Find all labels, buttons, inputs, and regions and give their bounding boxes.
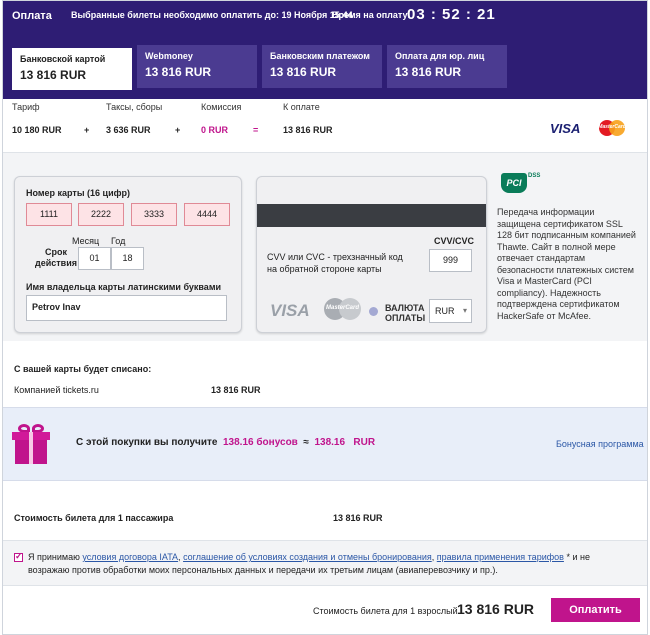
bonus-banner: С этой покупки вы получите 138.16 бонусо… [3,407,647,481]
iata-terms-link[interactable]: условия договора IATA [82,552,178,562]
currency-label-line2: ОПЛАТЫ [385,313,426,323]
gift-icon [12,424,50,464]
chevron-down-icon: ▾ [462,306,467,315]
cvv-field[interactable]: 999 [429,249,472,272]
total-value: 13 816 RUR [283,125,333,135]
pci-shield-icon: PCI [501,173,527,193]
tab-price: 13 816 RUR [145,65,212,79]
tab-bank-card[interactable]: Банковской картой 13 816 RUR [12,45,132,90]
mastercard-logo-text: MasterCard [598,124,626,130]
currency-label: ВАЛЮТА ОПЛАТЫ [385,303,425,323]
pay-button[interactable]: Оплатить [551,598,640,622]
expiry-year-field[interactable]: 18 [111,247,144,270]
year-label: Год [111,236,126,246]
card-number-field-3[interactable]: 3333 [131,203,177,226]
expiry-month-field[interactable]: 01 [78,247,111,270]
bonus-text: С этой покупки вы получите 138.16 бонусо… [76,437,375,448]
tariff-value: 10 180 RUR [12,125,62,135]
ticket-cost-label: Стоимость билета для 1 пассажира [14,513,174,523]
card-number-field-1[interactable]: 1111 [26,203,72,226]
charge-company: Компанией tickets.ru [14,385,99,395]
mastercard-logo-text: MasterCard [325,305,359,311]
cvv-hint: CVV или CVC - трехзначный код на обратно… [267,251,403,275]
currency-dot-icon [369,307,378,316]
time-left-label: Время на оплату: [332,10,411,20]
agreement-text-1: Я принимаю [28,552,80,562]
agreement-comma: , [178,552,181,562]
tab-legal-entity[interactable]: Оплата для юр. лиц 13 816 RUR [387,45,507,88]
payment-deadline-notice: Выбранные билеты необходимо оплатить до:… [71,10,353,20]
dss-label: DSS [528,173,541,179]
security-info-text: Передача информации защищена сертификато… [497,207,636,321]
bonus-approx-sign: ≈ [303,437,309,448]
ticket-cost-value: 13 816 RUR [333,513,383,523]
cvv-hint-line2: на обратной стороне карты [267,264,382,274]
charge-amount: 13 816 RUR [211,385,261,395]
taxes-label: Таксы, сборы [106,102,163,112]
cardholder-label: Имя владельца карты латинскими буквами [26,282,222,292]
agreement-section: Я принимаю условия договора IATA, соглаш… [3,540,647,586]
fee-label: Комиссия [201,102,242,112]
tab-price: 13 816 RUR [20,68,87,82]
agreement-text: Я принимаю условия договора IATA, соглаш… [28,551,628,577]
fee-value: 0 RUR [201,125,229,135]
card-front: Номер карты (16 цифр) 1111 2222 3333 444… [14,176,242,333]
card-number-label: Номер карты (16 цифр) [26,188,130,198]
card-number-field-4[interactable]: 4444 [184,203,230,226]
taxes-value: 3 636 RUR [106,125,151,135]
footer-total-price: 13 816 RUR [457,601,535,617]
bonus-text-prefix: С этой покупки вы получите [76,437,218,448]
payment-method-tabs: Банковской картой 13 816 RUR Webmoney 13… [12,45,512,99]
tab-label: Webmoney [145,51,193,61]
expiry-label: Срок действия [35,247,77,269]
plus-sign: + [175,125,181,135]
price-breakdown: Тариф 10 180 RUR + Таксы, сборы 3 636 RU… [3,99,647,153]
currency-label-line1: ВАЛЮТА [385,303,425,313]
bonus-program-link[interactable]: Бонусная программа [556,439,644,449]
equals-sign: = [253,125,259,135]
page-title: Оплата [12,10,52,22]
footer-cost-label: Стоимость билета для 1 взрослый [313,606,458,616]
currency-select-value: RUR [435,306,455,316]
agreement-comma: , [431,552,435,562]
tariff-label: Тариф [12,102,40,112]
bonus-rub-value: 138.16 RUR [314,437,376,448]
cvv-title: CVV/CVC [434,236,475,246]
month-label: Месяц [72,236,100,246]
tab-label: Оплата для юр. лиц [395,51,485,61]
tab-label: Банковским платежом [270,51,370,61]
charge-title: С вашей карты будет списано: [14,364,152,374]
countdown-timer: 03 : 52 : 21 [407,6,496,23]
tab-price: 13 816 RUR [270,65,337,79]
card-back: CVV/CVC CVV или CVC - трехзначный код на… [256,176,487,333]
plus-sign: + [84,125,90,135]
tab-price: 13 816 RUR [395,65,462,79]
mastercard-logo: MasterCard [324,298,361,320]
total-label: К оплате [283,102,320,112]
cvv-hint-line1: CVV или CVC - трехзначный код [267,252,403,262]
bonus-points: 138.16 бонусов [223,437,298,448]
fare-rules-link[interactable]: правила применения тарифов [437,552,564,562]
tab-webmoney[interactable]: Webmoney 13 816 RUR [137,45,257,88]
payment-header: Оплата Выбранные билеты необходимо оплат… [3,1,647,99]
expiry-label-line1: Срок [44,247,67,257]
currency-select[interactable]: RUR ▾ [429,299,472,323]
card-number-field-2[interactable]: 2222 [78,203,124,226]
expiry-label-line2: действия [35,258,77,268]
visa-logo: VISA [550,121,581,136]
agreement-checkbox[interactable] [14,551,23,562]
mastercard-logo: MasterCard [597,119,627,137]
card-form-area: Номер карты (16 цифр) 1111 2222 3333 444… [3,153,647,341]
tab-bank-transfer[interactable]: Банковским платежом 13 816 RUR [262,45,382,88]
payment-page: Оплата Выбранные билеты необходимо оплат… [2,0,648,635]
magnetic-stripe [257,204,486,227]
tab-label: Банковской картой [20,54,106,64]
booking-terms-link[interactable]: соглашение об условиях создания и отмены… [183,552,432,562]
cardholder-name-field[interactable]: Petrov Inav [26,295,227,321]
pci-dss-logo: PCI DSS [501,173,541,195]
visa-logo: VISA [270,301,310,320]
